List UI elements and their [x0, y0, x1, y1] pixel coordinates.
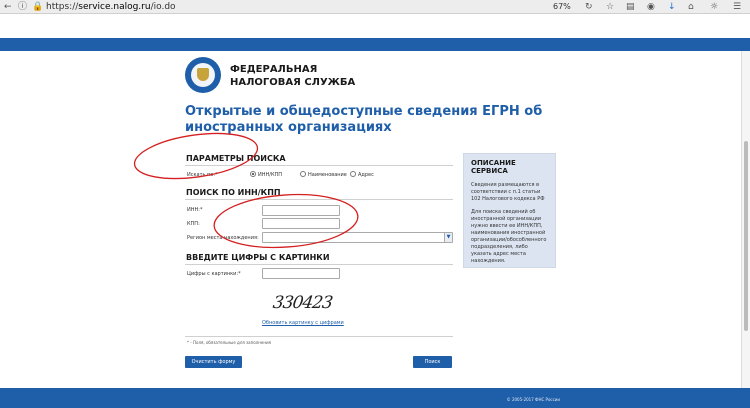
url-bar[interactable]: https://service.nalog.ru/io.do	[46, 1, 176, 13]
back-icon[interactable]: ←	[4, 1, 12, 13]
footer-bar: © 2005-2017 ФНС России	[0, 388, 750, 408]
divider	[185, 199, 453, 200]
eagle-emblem-icon	[197, 68, 209, 81]
chevron-down-icon[interactable]: ▼	[444, 233, 452, 242]
page-title: Открытые и общедоступные сведения ЕГРН о…	[185, 104, 543, 135]
menu-icon[interactable]: ☰	[733, 1, 741, 13]
reload-icon[interactable]: ↻	[585, 1, 593, 13]
radio-address[interactable]	[350, 171, 356, 177]
scrollbar-thumb[interactable]	[744, 141, 748, 331]
service-description-title: ОПИСАНИЕ СЕРВИСА	[471, 159, 516, 175]
org-name[interactable]: ФЕДЕРАЛЬНАЯ НАЛОГОВАЯ СЛУЖБА	[230, 63, 355, 89]
org-name-line2: НАЛОГОВАЯ СЛУЖБА	[230, 77, 356, 88]
captcha-input[interactable]	[262, 268, 340, 279]
pocket-icon[interactable]: ◉	[647, 1, 655, 13]
captcha-image: 330423	[271, 293, 334, 313]
info-icon[interactable]: ⓘ	[18, 1, 27, 13]
service-description-para2: Для поиска сведений об иностранной орган…	[471, 209, 547, 264]
bookmark-icon[interactable]: ☆	[606, 1, 614, 13]
inn-input[interactable]	[262, 205, 340, 216]
search-inn-title: ПОИСК ПО ИНН/КПП	[186, 188, 281, 197]
download-icon[interactable]: ↓	[668, 1, 676, 13]
divider	[185, 165, 453, 166]
search-by-label: Искать по:*	[187, 172, 218, 178]
search-params-title: ПАРАМЕТРЫ ПОИСКА	[186, 154, 286, 163]
scrollbar[interactable]	[741, 51, 750, 388]
divider	[185, 336, 453, 337]
radio-address-label[interactable]: Адрес	[358, 172, 374, 178]
captcha-input-label: Цифры с картинки:*	[187, 271, 241, 277]
zoom-level[interactable]: 67%	[553, 1, 571, 13]
extension-icon[interactable]: ☼	[710, 1, 718, 13]
search-button[interactable]: Поиск	[413, 356, 452, 368]
region-select[interactable]: ▼	[262, 232, 453, 243]
lock-icon: 🔒	[32, 2, 44, 12]
library-icon[interactable]: ▤	[626, 1, 635, 13]
kpp-input[interactable]	[262, 218, 340, 229]
page-top-strip	[0, 14, 750, 38]
captcha-title: ВВЕДИТЕ ЦИФРЫ С КАРТИНКИ	[186, 253, 330, 262]
fns-logo-icon[interactable]	[185, 57, 221, 93]
kpp-label: КПП:	[187, 221, 200, 227]
required-note: * - Поля, обязательные для заполнения	[187, 340, 271, 345]
divider	[185, 264, 453, 265]
service-description-box: ОПИСАНИЕ СЕРВИСА Сведения размещаются в …	[463, 153, 556, 268]
copyright-text: © 2005-2017 ФНС России	[506, 397, 560, 402]
radio-inn-kpp[interactable]	[250, 171, 256, 177]
refresh-captcha-link[interactable]: Обновить картинку с цифрами	[262, 320, 344, 326]
home-icon[interactable]: ⌂	[688, 1, 694, 13]
radio-inn-kpp-label[interactable]: ИНН/КПП	[258, 172, 282, 178]
region-label: Регион места нахождения:	[187, 235, 259, 241]
browser-toolbar: ← ⓘ 🔒 https://service.nalog.ru/io.do 67%…	[0, 0, 750, 14]
org-name-line1: ФЕДЕРАЛЬНАЯ	[230, 64, 318, 75]
radio-name-label[interactable]: Наименование	[308, 172, 347, 178]
service-description-para1: Сведения размещаются в соответствии с п.…	[471, 182, 545, 202]
annotation-overlay	[133, 132, 359, 249]
radio-name[interactable]	[300, 171, 306, 177]
header-blue-bar	[0, 38, 750, 51]
inn-label: ИНН:*	[187, 207, 203, 213]
clear-form-button[interactable]: Очистить форму	[185, 356, 242, 368]
